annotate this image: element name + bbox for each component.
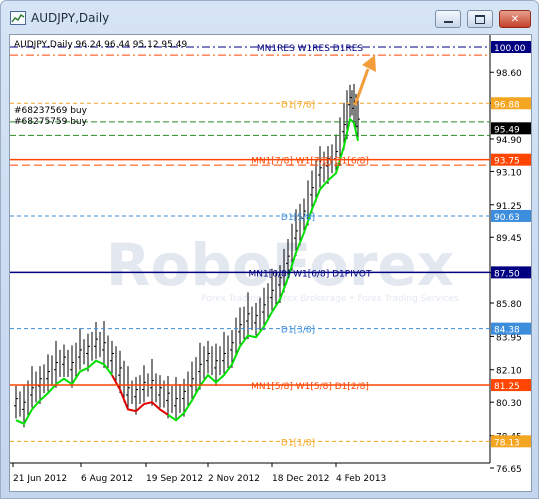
- watermark-tagline: Forex Trading • Forex Brokerage • Forex …: [201, 294, 459, 304]
- time-tick-label: 2 Nov 2012: [208, 474, 260, 484]
- forecast-arrow: [353, 68, 370, 106]
- price-tick-label: 93.10: [496, 168, 522, 178]
- close-button[interactable]: ✕: [499, 10, 531, 28]
- price-tick-label: 89.45: [496, 234, 522, 244]
- order-label: #68275759 buy: [14, 117, 88, 127]
- close-icon: ✕: [510, 13, 520, 25]
- price-tick-label: 82.10: [496, 367, 522, 377]
- price-tick-label: 76.65: [496, 465, 522, 475]
- price-tag-label: 90.63: [494, 213, 520, 223]
- minimize-button[interactable]: [435, 10, 461, 28]
- chart-area[interactable]: RoboForex Forex Trading • Forex Brokerage…: [9, 34, 532, 492]
- level-label: D1[5/8]: [281, 213, 315, 223]
- price-tag-label: 93.75: [494, 157, 520, 167]
- price-tag-label: 78.13: [494, 438, 520, 448]
- time-tick-label: 21 Jun 2012: [13, 474, 67, 484]
- price-tag-label: 84.38: [494, 326, 520, 336]
- price-chart[interactable]: RoboForexForex Trading • Forex Brokerage…: [10, 35, 531, 491]
- maximize-icon: [475, 14, 485, 24]
- level-label: D1[1/8]: [281, 438, 315, 448]
- time-tick-label: 18 Dec 2012: [272, 474, 330, 484]
- price-tag-label: 81.25: [494, 382, 520, 392]
- time-tick-label: 4 Feb 2013: [336, 474, 386, 484]
- maximize-button[interactable]: [467, 10, 493, 28]
- window-title: AUDJPY,Daily: [31, 11, 110, 25]
- chart-header: AUDJPY,Daily 96.24 96.44 95.12 95.49: [14, 40, 187, 50]
- time-tick-label: 19 Sep 2012: [146, 474, 203, 484]
- level-label: MN1[5/8] W1[5/8] D1[2/8]: [251, 382, 369, 392]
- price-tick-label: 85.80: [496, 300, 522, 310]
- level-label: MN1RES W1RES D1RES: [257, 44, 363, 54]
- level-label: MN1[6/8] W1[6/8] D1PIVOT: [249, 269, 372, 279]
- terminal-window: AUDJPY,Daily ✕ RoboForex Forex Trading • …: [0, 0, 539, 499]
- price-tick-label: 80.30: [496, 399, 522, 409]
- level-label: D1[7/8]: [281, 100, 315, 110]
- order-label: #68237569 buy: [14, 106, 88, 116]
- minimize-icon: [443, 21, 453, 23]
- price-tag-label: 100.00: [494, 44, 526, 54]
- price-tag-label: 96.88: [494, 100, 520, 110]
- chart-window-icon: [10, 11, 26, 25]
- price-tag-label: 95.49: [494, 125, 520, 135]
- level-label: D1[3/8]: [281, 326, 315, 336]
- price-tick-label: 98.60: [496, 69, 522, 79]
- time-tick-label: 6 Aug 2012: [81, 474, 133, 484]
- title-bar[interactable]: AUDJPY,Daily ✕: [1, 1, 538, 34]
- price-tag-label: 87.50: [494, 269, 520, 279]
- price-tick-label: 94.90: [496, 136, 522, 146]
